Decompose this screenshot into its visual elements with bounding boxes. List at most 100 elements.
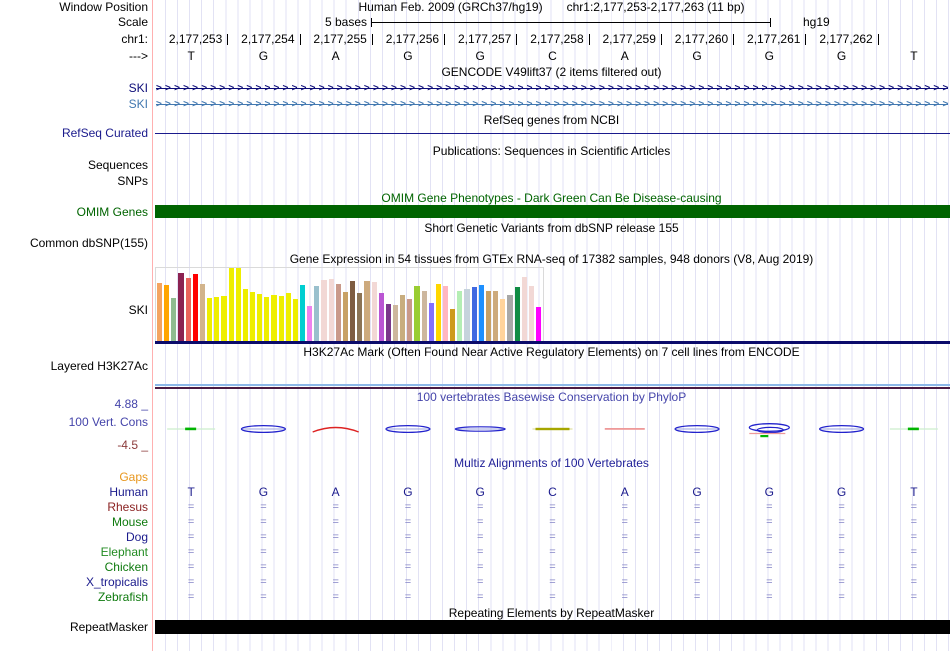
phylop-mark-shape: [185, 428, 196, 431]
multiz-alignment-mark: =: [472, 516, 488, 529]
omim-gene-bar[interactable]: [155, 205, 950, 218]
multiz-species-label-zebrafish: Zebrafish: [0, 591, 148, 604]
multiz-alignment-mark: =: [834, 501, 850, 514]
gtex-bar: [207, 298, 212, 341]
ruler-position-label: 2,177,254: [227, 33, 294, 46]
multiz-alignment-mark: =: [689, 561, 705, 574]
multiz-human-base: G: [754, 486, 784, 499]
multiz-human-base: T: [176, 486, 206, 499]
multiz-human-base: G: [465, 486, 495, 499]
multiz-alignment-mark: =: [761, 501, 777, 514]
multiz-alignment-mark: =: [545, 531, 561, 544]
multiz-alignment-mark: =: [400, 516, 416, 529]
strand-arrows-right-icon: >>>>>>>>>>>>>>>>>>>>>>>>>>>>>>>>>>>>>>>>…: [156, 98, 948, 111]
gtex-bar: [229, 268, 234, 341]
multiz-alignment-mark: =: [400, 546, 416, 559]
multiz-alignment-mark: =: [761, 591, 777, 604]
h3k27ac-signal-line[interactable]: [155, 384, 950, 386]
gtex-bar: [386, 304, 391, 341]
gtex-bar: [329, 279, 334, 341]
multiz-alignment-mark: =: [834, 591, 850, 604]
multiz-alignment-mark: =: [328, 531, 344, 544]
window-title: Human Feb. 2009 (GRCh37/hg19)chr1:2,177,…: [155, 1, 948, 14]
sequence-base: G: [465, 50, 495, 63]
gtex-bar: [171, 298, 176, 341]
sequence-base: G: [827, 50, 857, 63]
gtex-bar: [422, 291, 427, 341]
phylop-mark-shape: [536, 428, 570, 430]
multiz-alignment-mark: =: [906, 576, 922, 589]
gtex-bar: [529, 286, 534, 341]
gtex-bar: [493, 291, 498, 341]
phylop-conservation-track[interactable]: [155, 412, 950, 446]
multiz-alignment-mark: =: [906, 516, 922, 529]
multiz-alignment-mark: =: [472, 561, 488, 574]
multiz-title: Multiz Alignments of 100 Vertebrates: [155, 457, 948, 470]
multiz-alignment-mark: =: [545, 546, 561, 559]
gtex-bar: [393, 305, 398, 341]
gtex-bar: [336, 284, 341, 341]
multiz-alignment-mark: =: [400, 531, 416, 544]
refseq-curated-track-line[interactable]: [155, 133, 950, 134]
multiz-alignment-mark: =: [689, 576, 705, 589]
chrom-label: chr1:: [0, 33, 148, 46]
gtex-expression-chart[interactable]: [155, 268, 950, 341]
gtex-bar: [515, 287, 520, 341]
assembly-tag: hg19: [803, 16, 830, 29]
gencode-gene-ski[interactable]: >>>>>>>>>>>>>>>>>>>>>>>>>>>>>>>>>>>>>>>>…: [156, 82, 948, 95]
sequence-base: G: [754, 50, 784, 63]
dbsnp-title: Short Genetic Variants from dbSNP releas…: [155, 222, 948, 235]
multiz-alignment-mark: =: [472, 546, 488, 559]
gencode-title: GENCODE V49lift37 (2 items filtered out): [155, 66, 948, 79]
gtex-bar: [186, 278, 191, 341]
gtex-bar: [479, 285, 484, 341]
gene-label-ski-1[interactable]: SKI: [0, 82, 148, 95]
multiz-alignment-mark: =: [906, 546, 922, 559]
strand-direction-label: --->: [0, 50, 148, 63]
gtex-bar: [436, 284, 441, 341]
multiz-species-label-x_tropicalis: X_tropicalis: [0, 576, 148, 589]
gencode-gene-ski[interactable]: >>>>>>>>>>>>>>>>>>>>>>>>>>>>>>>>>>>>>>>>…: [156, 98, 948, 111]
gtex-bar: [407, 299, 412, 341]
phylop-mark-shape: [908, 428, 919, 431]
gtex-bar: [221, 296, 226, 341]
multiz-species-label-chicken: Chicken: [0, 561, 148, 574]
gene-label-ski-2[interactable]: SKI: [0, 98, 148, 111]
phylop-title: 100 vertebrates Basewise Conservation by…: [155, 391, 948, 404]
gtex-bar: [507, 295, 512, 341]
gtex-bar: [300, 285, 305, 341]
repeatmasker-label: RepeatMasker: [0, 621, 148, 634]
multiz-alignment-mark: =: [183, 576, 199, 589]
multiz-alignment-mark: =: [834, 561, 850, 574]
multiz-alignment-mark: =: [834, 576, 850, 589]
h3k27ac-signal-line-2[interactable]: [155, 387, 950, 389]
scale-label: Scale: [0, 16, 148, 29]
strand-arrows-right-icon: >>>>>>>>>>>>>>>>>>>>>>>>>>>>>>>>>>>>>>>>…: [156, 82, 948, 95]
multiz-alignment-mark: =: [545, 591, 561, 604]
ruler-position-label: 2,177,259: [589, 33, 656, 46]
multiz-alignment-mark: =: [689, 591, 705, 604]
gtex-bar: [257, 294, 262, 341]
ruler-position-label: 2,177,256: [372, 33, 439, 46]
gtex-bar: [500, 299, 505, 341]
multiz-alignment-mark: =: [834, 516, 850, 529]
multiz-alignment-mark: =: [472, 591, 488, 604]
gtex-bar: [472, 287, 477, 341]
gtex-bar: [264, 297, 269, 341]
multiz-alignment-mark: =: [255, 531, 271, 544]
multiz-alignment-mark: =: [472, 531, 488, 544]
multiz-alignment-mark: =: [617, 516, 633, 529]
sequence-base: G: [393, 50, 423, 63]
ruler-position-label: 2,177,255: [300, 33, 367, 46]
gtex-bar: [200, 284, 205, 341]
multiz-alignment-mark: =: [472, 501, 488, 514]
gtex-bar: [429, 303, 434, 341]
sequence-base: G: [248, 50, 278, 63]
gtex-bar: [293, 299, 298, 341]
multiz-alignment-mark: =: [255, 546, 271, 559]
refseq-curated-label[interactable]: RefSeq Curated: [0, 127, 148, 140]
sequence-base: T: [176, 50, 206, 63]
ruler-tick: [878, 34, 879, 45]
repeatmasker-bar[interactable]: [155, 620, 950, 634]
gtex-bar: [243, 289, 248, 341]
